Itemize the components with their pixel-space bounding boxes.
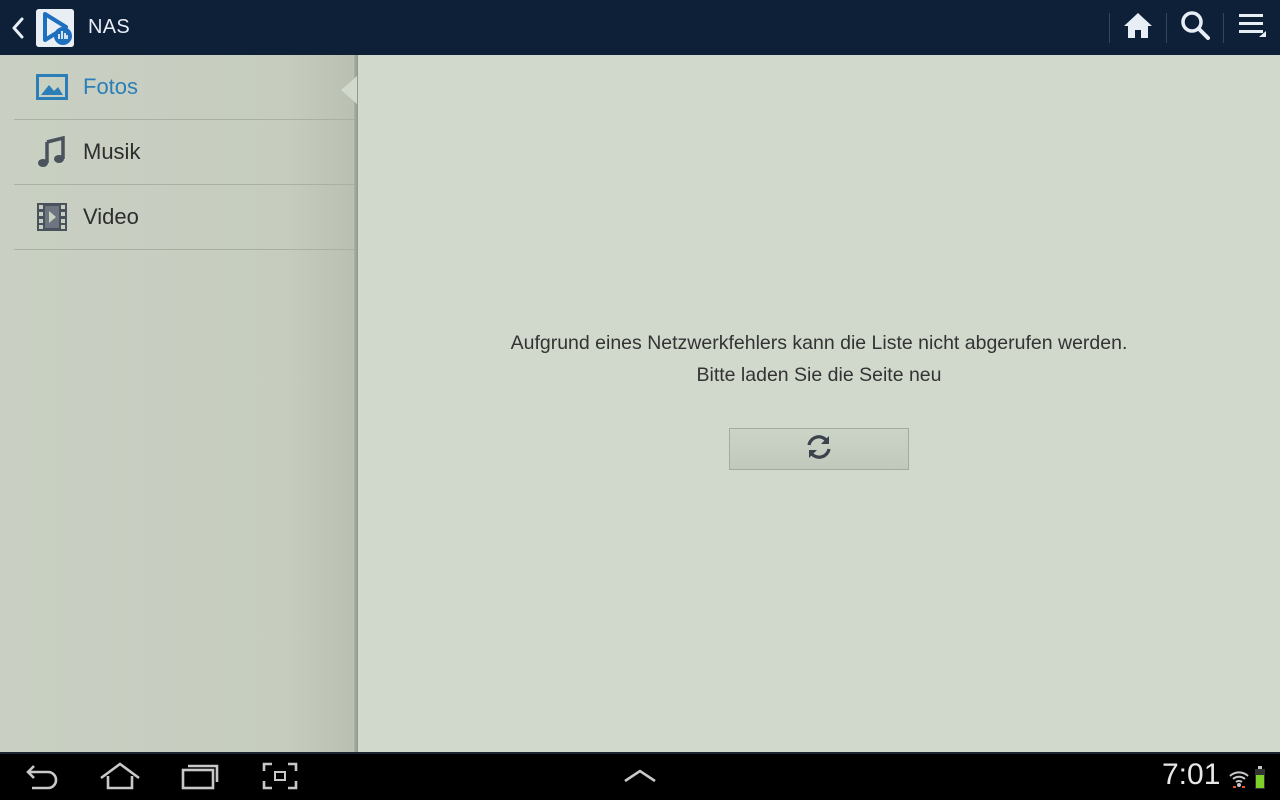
error-message: Aufgrund eines Netzwerkfehlers kann die … bbox=[358, 327, 1280, 391]
recent-apps-icon bbox=[181, 762, 219, 795]
media-player-logo-icon[interactable] bbox=[36, 8, 74, 47]
back-icon bbox=[24, 762, 60, 795]
search-icon bbox=[1180, 10, 1210, 45]
home-icon bbox=[1123, 11, 1153, 44]
error-message-line1: Aufgrund eines Netzwerkfehlers kann die … bbox=[510, 332, 1128, 354]
music-note-icon bbox=[36, 136, 68, 168]
sidebar-item-label: Fotos bbox=[83, 74, 139, 99]
app-title: NAS bbox=[88, 16, 131, 38]
film-icon bbox=[36, 201, 68, 233]
sidebar-item-musik[interactable]: Musik bbox=[14, 120, 356, 185]
sidebar: Fotos Musik Video bbox=[0, 55, 356, 752]
search-button[interactable] bbox=[1167, 0, 1223, 55]
content-area: Aufgrund eines Netzwerkfehlers kann die … bbox=[358, 55, 1280, 752]
clock[interactable]: 7:01 bbox=[1162, 758, 1220, 792]
image-icon bbox=[36, 71, 68, 103]
system-expand-button[interactable] bbox=[620, 760, 660, 796]
action-bar: NAS bbox=[0, 0, 1280, 55]
wifi-icon bbox=[1228, 768, 1250, 795]
menu-list-icon bbox=[1237, 11, 1267, 44]
refresh-icon bbox=[805, 433, 833, 466]
system-recent-apps-button[interactable] bbox=[180, 760, 220, 796]
selection-pointer bbox=[341, 76, 357, 104]
action-bar-actions bbox=[1109, 0, 1280, 55]
error-message-line2: Bitte laden Sie die Seite neu bbox=[696, 364, 942, 386]
up-chevron-icon bbox=[623, 768, 657, 789]
system-bar: 7:01 bbox=[0, 752, 1280, 800]
system-home-button[interactable] bbox=[98, 760, 142, 796]
back-icon[interactable] bbox=[10, 0, 26, 55]
menu-button[interactable] bbox=[1224, 0, 1280, 55]
sidebar-item-fotos[interactable]: Fotos bbox=[14, 55, 356, 120]
home-button[interactable] bbox=[1110, 0, 1166, 55]
system-back-button[interactable] bbox=[22, 760, 62, 796]
refresh-button[interactable] bbox=[729, 428, 909, 470]
home-icon bbox=[99, 761, 141, 795]
screenshot-icon bbox=[262, 762, 298, 795]
status-icons[interactable] bbox=[1228, 766, 1266, 795]
sidebar-item-video[interactable]: Video bbox=[14, 185, 356, 250]
sidebar-item-label: Video bbox=[83, 204, 139, 229]
battery-icon bbox=[1254, 766, 1266, 795]
sidebar-item-label: Musik bbox=[83, 139, 141, 164]
system-screenshot-button[interactable] bbox=[260, 760, 300, 796]
